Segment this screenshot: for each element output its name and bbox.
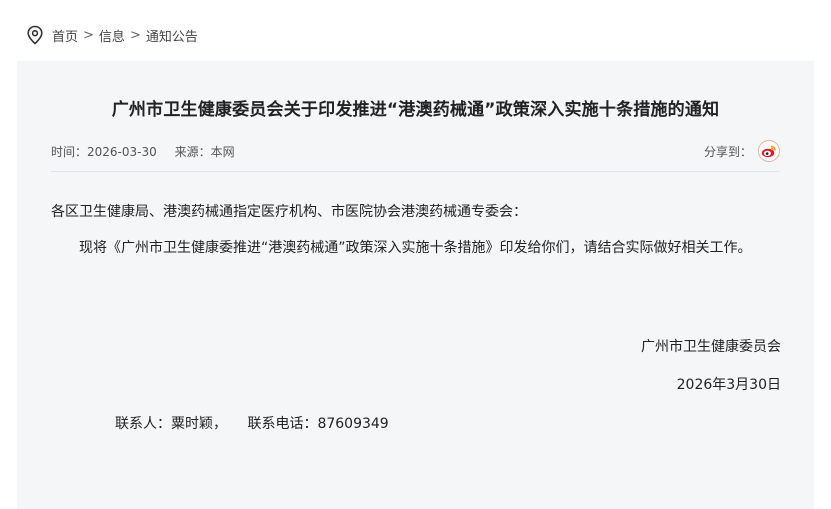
breadcrumb-info-link[interactable]: 信息 <box>99 26 125 45</box>
weibo-icon[interactable] <box>758 140 780 162</box>
publish-time: 时间：2026-03-30 <box>51 145 157 159</box>
contact-person: 联系人：粟时颖， <box>115 416 227 432</box>
signature-org: 广州市卫生健康委员会 <box>641 339 781 355</box>
source-value: 本网 <box>210 145 235 159</box>
breadcrumb: 首页 > 信息 > 通知公告 <box>26 24 198 46</box>
contact-info: 联系人：粟时颖， 联系电话：87609349 <box>115 413 389 433</box>
article-title: 广州市卫生健康委员会关于印发推进“港澳药械通”政策深入实施十条措施的通知 <box>111 100 720 120</box>
divider <box>51 171 780 172</box>
article-body: 各区卫生健康局、港澳药械通指定医疗机构、市医院协会港澳药械通专委会： 现将《广州… <box>51 197 784 263</box>
article-meta: 时间：2026-03-30 来源：本网 <box>51 143 235 160</box>
article-source: 来源：本网 <box>175 145 235 159</box>
share-bar: 分享到： <box>704 140 780 162</box>
breadcrumb-home-link[interactable]: 首页 <box>52 26 78 45</box>
signature-date: 2026年3月30日 <box>676 377 781 393</box>
breadcrumb-separator: > <box>83 27 94 43</box>
breadcrumb-separator: > <box>129 27 141 43</box>
share-label: 分享到： <box>703 144 752 159</box>
article-panel: 广州市卫生健康委员会关于印发推进“港澳药械通”政策深入实施十条措施的通知 时间：… <box>17 61 814 509</box>
time-value: 2026-03-30 <box>87 145 157 159</box>
contact-phone: 联系电话：87609349 <box>247 416 389 432</box>
greeting: 各区卫生健康局、港澳药械通指定医疗机构、市医院协会港澳药械通专委会： <box>51 204 527 220</box>
location-pin-icon <box>26 25 44 45</box>
time-label: 时间： <box>51 145 88 159</box>
body-paragraph: 现将《广州市卫生健康委推进“港澳药械通”政策深入实施十条措施》印发给你们，请结合… <box>79 240 752 256</box>
breadcrumb-notices-link[interactable]: 通知公告 <box>146 26 198 45</box>
source-label: 来源： <box>174 145 211 159</box>
